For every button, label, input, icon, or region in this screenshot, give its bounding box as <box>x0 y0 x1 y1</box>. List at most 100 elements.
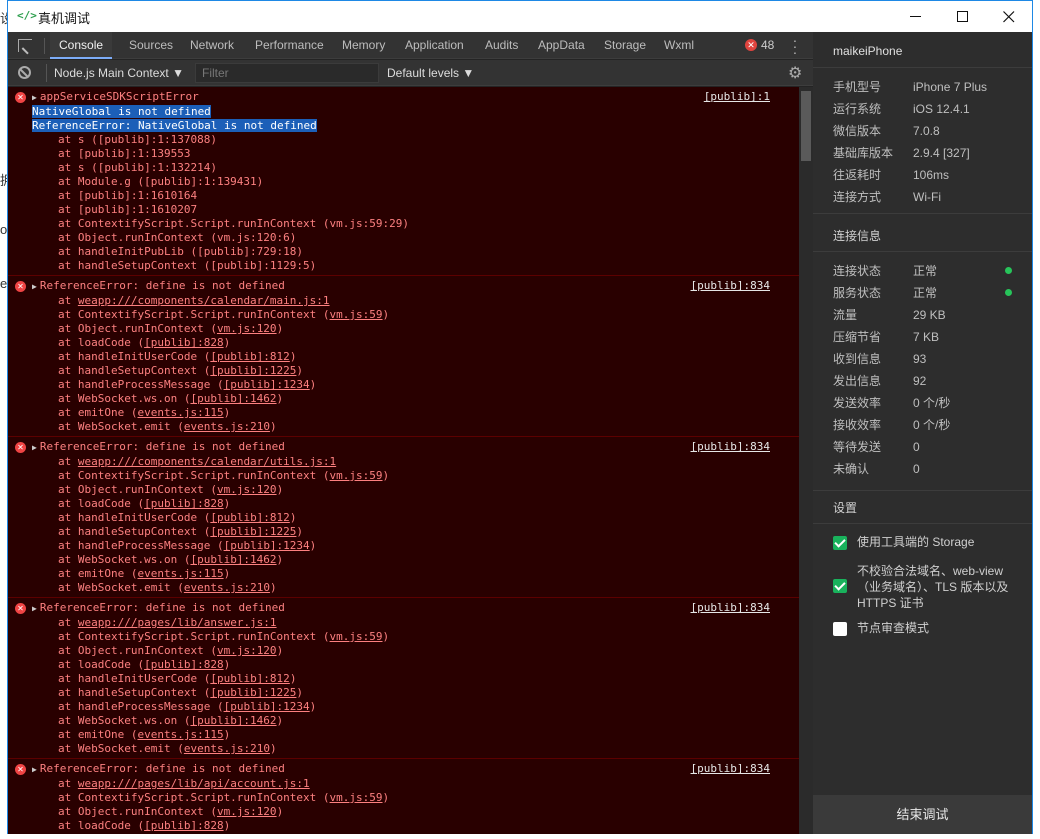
tab-network[interactable]: Network <box>181 32 243 59</box>
console-error-message[interactable]: ✕ [publib]:834 ▶ ReferenceError: define is … <box>8 437 799 598</box>
setting-checkbox[interactable] <box>833 536 847 550</box>
source-link[interactable]: [publib]:834 <box>691 762 770 776</box>
stack-frame-link[interactable]: [publib]:828 <box>144 336 223 349</box>
stack-frame-link[interactable]: vm.js:59 <box>330 630 383 643</box>
inspect-element-icon[interactable] <box>18 39 32 52</box>
stack-frame-link[interactable]: vm.js:120 <box>217 322 277 335</box>
end-debug-button[interactable]: 结束调试 <box>813 795 1032 834</box>
tab-sources[interactable]: Sources <box>120 32 182 59</box>
scrollbar-thumb[interactable] <box>801 91 811 161</box>
stack-frame-link[interactable]: vm.js:59 <box>330 308 383 321</box>
setting-checkbox[interactable] <box>833 622 847 636</box>
close-button[interactable] <box>986 1 1032 32</box>
error-heading[interactable]: ▶ ReferenceError: define is not defined <box>8 440 799 455</box>
stack-frame: at s ([publib]:1:137088) <box>58 133 217 146</box>
stack-frame-link[interactable]: [publib]:1462 <box>190 553 276 566</box>
console-error-message[interactable]: ✕ [publib]:834 ▶ ReferenceError: define is … <box>8 598 799 759</box>
stack-frame-link[interactable]: events.js:115 <box>137 567 223 580</box>
tab-audits[interactable]: Audits <box>476 32 527 59</box>
stack-frame-link[interactable]: vm.js:120 <box>217 805 277 818</box>
stack-frame-link[interactable]: events.js:210 <box>184 420 270 433</box>
stack-frame-link[interactable]: vm.js:59 <box>330 791 383 804</box>
stack-frame-text: ) <box>276 392 284 405</box>
stack-frame-link[interactable]: [publib]:828 <box>144 819 223 832</box>
expand-triangle-icon[interactable]: ▶ <box>32 604 37 613</box>
stack-frame-link[interactable]: [publib]:1225 <box>210 525 296 538</box>
expand-triangle-icon[interactable]: ▶ <box>32 93 37 102</box>
more-options-icon[interactable]: · · · <box>791 33 799 59</box>
stack-frame-link[interactable]: vm.js:120 <box>217 644 277 657</box>
stack-frame-link[interactable]: [publib]:1234 <box>224 539 310 552</box>
stack-frame: at handleInitUserCode ([publib]:812) <box>8 833 799 834</box>
stack-frame-link[interactable]: [publib]:812 <box>210 511 289 524</box>
error-heading[interactable]: ▶ appServiceSDKScriptError <box>8 90 799 105</box>
stack-frame-link[interactable]: vm.js:59 <box>330 469 383 482</box>
source-link[interactable]: [publib]:834 <box>691 601 770 615</box>
stack-frame-link[interactable]: [publib]:1225 <box>210 364 296 377</box>
tab-wxml[interactable]: Wxml <box>655 32 703 59</box>
log-levels-selector[interactable]: Default levels ▼ <box>387 64 474 82</box>
expand-triangle-icon[interactable]: ▶ <box>32 443 37 452</box>
tab-performance[interactable]: Performance <box>246 32 333 59</box>
error-counter[interactable]: ✕ 48 <box>745 38 774 52</box>
stack-frame-link[interactable]: events.js:210 <box>184 742 270 755</box>
stack-frame-link[interactable]: weapp:///components/calendar/utils.js:1 <box>78 455 336 468</box>
stack-frame-link[interactable]: [publib]:828 <box>144 658 223 671</box>
setting-label[interactable]: 节点审查模式 <box>857 620 1017 636</box>
console-error-message[interactable]: ✕ [publib]:834 ▶ ReferenceError: define is … <box>8 759 799 834</box>
stack-frame-text: at Object.runInContext ( <box>58 805 217 818</box>
error-heading[interactable]: ▶ ReferenceError: define is not defined <box>8 762 799 777</box>
stack-frame-link[interactable]: events.js:115 <box>137 406 223 419</box>
tab-memory[interactable]: Memory <box>333 32 394 59</box>
source-link[interactable]: [publib]:834 <box>691 279 770 293</box>
stack-frame-link[interactable]: [publib]:812 <box>210 833 289 834</box>
context-selector[interactable]: Node.js Main Context ▼ <box>46 64 184 82</box>
tab-application[interactable]: Application <box>396 32 473 59</box>
error-heading[interactable]: ▶ ReferenceError: define is not defined <box>8 601 799 616</box>
stack-frame-link[interactable]: weapp:///pages/lib/answer.js:1 <box>78 616 277 629</box>
filter-input[interactable] <box>195 63 379 83</box>
stack-frame-link[interactable]: events.js:210 <box>184 581 270 594</box>
tab-appdata[interactable]: AppData <box>529 32 594 59</box>
stack-frame-link[interactable]: [publib]:1462 <box>190 392 276 405</box>
stack-frame-text: ) <box>289 672 297 685</box>
error-heading[interactable]: ▶ ReferenceError: define is not defined <box>8 279 799 294</box>
stack-frame-link[interactable]: vm.js:120 <box>217 483 277 496</box>
code-brackets-icon: </> <box>17 9 37 22</box>
stack-frame: at handleSetupContext ([publib]:1129:5) <box>58 259 317 272</box>
devtools-tab-bar: Console Sources Network Performance Memory Ap… <box>8 32 813 59</box>
stack-frame: at [publib]:1:1610164 <box>58 189 198 202</box>
stack-frame-link[interactable]: weapp:///pages/lib/api/account.js:1 <box>78 777 310 790</box>
stack-frame-link[interactable]: [publib]:1462 <box>190 714 276 727</box>
stack-frame-link[interactable]: [publib]:1234 <box>224 378 310 391</box>
expand-triangle-icon[interactable]: ▶ <box>32 765 37 774</box>
maximize-button[interactable] <box>940 1 986 32</box>
source-link[interactable]: [publib]:1 <box>704 90 770 104</box>
minimize-button[interactable] <box>893 1 939 32</box>
console-error-message[interactable]: ✕ [publib]:1 ▶ appServiceSDKScriptError Nati… <box>8 87 799 276</box>
source-link[interactable]: [publib]:834 <box>691 440 770 454</box>
stack-frame-link[interactable]: [publib]:812 <box>210 672 289 685</box>
stack-frame-text: ) <box>382 630 390 643</box>
stack-frame: at WebSocket.emit (events.js:210) <box>8 420 799 434</box>
setting-label[interactable]: 不校验合法域名、web-view（业务域名）、TLS 版本以及 HTTPS 证书 <box>857 563 1017 611</box>
tab-console[interactable]: Console <box>50 32 113 59</box>
stack-frame-text: ) <box>223 819 231 832</box>
expand-triangle-icon[interactable]: ▶ <box>32 282 37 291</box>
setting-label[interactable]: 使用工具端的 Storage <box>857 534 1017 550</box>
stack-frame-text: at handleProcessMessage ( <box>58 378 224 391</box>
tab-storage[interactable]: Storage <box>595 32 655 59</box>
gear-icon[interactable]: ⚙ <box>788 63 802 83</box>
stack-frame-link[interactable]: events.js:115 <box>137 728 223 741</box>
stack-frame-link[interactable]: [publib]:812 <box>210 350 289 363</box>
console-scrollbar[interactable] <box>799 87 813 834</box>
clear-console-icon[interactable] <box>18 66 31 79</box>
stack-frame-text: at Object.runInContext ( <box>58 322 217 335</box>
stack-frame-link[interactable]: weapp:///components/calendar/main.js:1 <box>78 294 330 307</box>
stack-frame-link[interactable]: [publib]:1225 <box>210 686 296 699</box>
console-error-message[interactable]: ✕ [publib]:834 ▶ ReferenceError: define is … <box>8 276 799 437</box>
stack-frame-link[interactable]: [publib]:1234 <box>224 700 310 713</box>
devtools-panel: Console Sources Network Performance Memory Ap… <box>8 32 813 834</box>
setting-checkbox[interactable] <box>833 579 847 593</box>
stack-frame-link[interactable]: [publib]:828 <box>144 497 223 510</box>
